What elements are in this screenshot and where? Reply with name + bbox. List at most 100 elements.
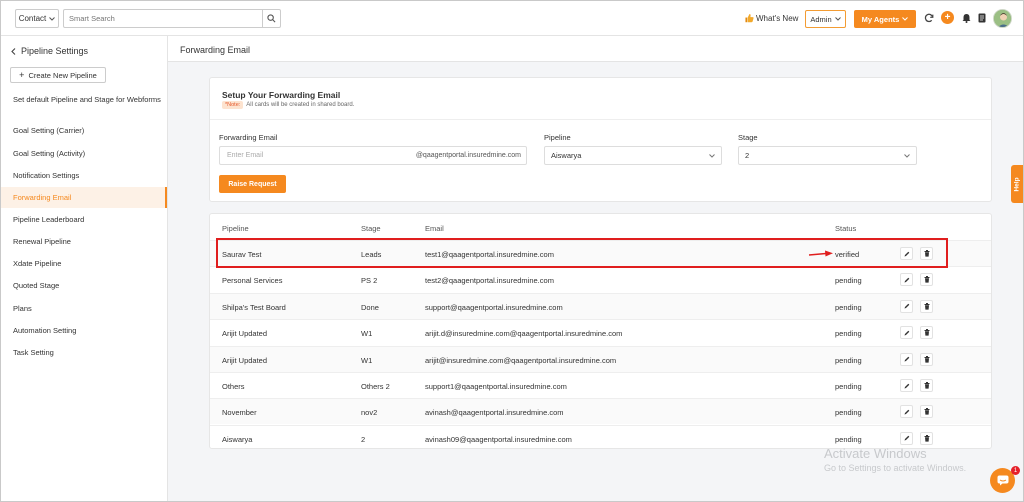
sidebar-item-label: Plans — [13, 304, 32, 313]
sidebar-item-goal-activity[interactable]: Goal Setting (Activity) — [1, 149, 167, 159]
edit-button[interactable] — [900, 273, 913, 287]
stage-cell: nov2 — [361, 408, 378, 418]
sidebar-item-label: Xdate Pipeline — [13, 259, 62, 268]
delete-button[interactable] — [920, 326, 933, 340]
pencil-icon — [904, 409, 909, 415]
edit-button[interactable] — [900, 431, 913, 445]
sidebar: Pipeline Settings + Create New Pipeline … — [1, 36, 168, 501]
stage-select[interactable]: 2 — [738, 146, 917, 165]
raise-request-button[interactable]: Raise Request — [219, 175, 286, 193]
app-window: Contact What's New Admin My Agents + — [0, 0, 1024, 502]
sidebar-item-label: Notification Settings — [13, 171, 80, 180]
trash-icon — [924, 382, 929, 389]
delete-button[interactable] — [920, 431, 933, 445]
table-row: Arijit Updated W1 arijit.d@insuredmine.com… — [210, 319, 991, 345]
edit-button[interactable] — [900, 379, 913, 392]
my-agents-button[interactable]: My Agents — [854, 10, 916, 28]
status-cell: pending — [835, 329, 862, 339]
sidebar-item-label: Pipeline Leaderboard — [13, 215, 85, 224]
sidebar-item-notification[interactable]: Notification Settings — [1, 171, 167, 181]
table-row: Shilpa's Test Board Done support@qaagentpo… — [210, 292, 991, 319]
document-icon[interactable] — [976, 12, 988, 24]
contact-select[interactable]: Contact — [15, 9, 59, 28]
sidebar-item-renewal[interactable]: Renewal Pipeline — [1, 237, 167, 247]
main-header: Forwarding Email — [168, 36, 1023, 62]
sidebar-item-plans[interactable]: Plans — [1, 304, 167, 314]
sidebar-item-task-setting[interactable]: Task Setting — [1, 348, 167, 358]
edit-button[interactable] — [900, 352, 913, 366]
stage-cell: Others 2 — [361, 382, 390, 391]
delete-button[interactable] — [920, 299, 933, 313]
delete-button[interactable] — [920, 405, 933, 419]
pipeline-cell: Arijit Updated — [222, 355, 268, 365]
sidebar-item-leaderboard[interactable]: Pipeline Leaderboard — [1, 215, 167, 225]
role-select[interactable]: Admin — [805, 10, 846, 28]
stage-cell: 2 — [361, 434, 366, 444]
sidebar-item-quoted-stage[interactable]: Quoted Stage — [1, 281, 167, 291]
pipeline-select-value: Aiswarya — [551, 151, 582, 160]
whats-new-label: What's New — [756, 13, 799, 23]
sidebar-item-label: Renewal Pipeline — [13, 237, 71, 246]
delete-button[interactable] — [920, 273, 933, 287]
top-bar: Contact What's New Admin My Agents + — [1, 1, 1023, 36]
pipeline-select[interactable]: Aiswarya — [544, 146, 722, 165]
pipeline-cell: Aiswarya — [222, 434, 253, 444]
main-content: Forwarding Email Setup Your Forwarding E… — [168, 36, 1023, 501]
refresh-icon[interactable] — [923, 12, 935, 24]
email-cell: avinash09@qaagentportal.insuredmine.com — [425, 434, 572, 444]
pipeline-cell: November — [222, 408, 257, 418]
sidebar-item-label: Quoted Stage — [13, 281, 60, 290]
pipeline-cell: Personal Services — [222, 276, 283, 286]
sidebar-item-label: Automation Setting — [13, 326, 77, 335]
chevron-left-icon — [11, 47, 16, 55]
watermark-line2: Go to Settings to activate Windows. — [824, 463, 967, 473]
forwarding-email-field[interactable]: Enter Email @qaagentportal.insuredmine.c… — [219, 146, 527, 165]
sidebar-item-goal-carrier[interactable]: Goal Setting (Carrier) — [1, 126, 167, 136]
table-row: Arijit Updated W1 arijit@insuredmine.com@q… — [210, 345, 991, 372]
column-header-stage: Stage — [361, 224, 381, 233]
trash-icon — [924, 434, 929, 442]
whats-new-link[interactable]: What's New — [745, 13, 798, 23]
sidebar-item-automation[interactable]: Automation Setting — [1, 326, 167, 336]
email-cell: arijit.d@insuredmine.com@qaagentportal.i… — [425, 329, 623, 339]
email-cell: arijit@insuredmine.com@qaagentportal.ins… — [425, 355, 617, 365]
status-cell: pending — [835, 434, 862, 444]
add-icon[interactable]: + — [941, 11, 954, 24]
edit-button[interactable] — [900, 405, 913, 419]
sidebar-item-forwarding-email[interactable]: Forwarding Email — [1, 187, 167, 208]
edit-button[interactable] — [900, 326, 913, 340]
chevron-down-icon — [904, 153, 910, 158]
help-tab[interactable]: Help — [1011, 165, 1023, 203]
sidebar-item-label: Goal Setting (Carrier) — [13, 126, 85, 135]
pencil-icon — [904, 330, 909, 336]
forwarding-email-label: Forwarding Email — [219, 133, 278, 142]
search-button[interactable] — [262, 10, 280, 27]
pipeline-label: Pipeline — [544, 133, 571, 142]
trash-icon — [924, 408, 929, 415]
chat-badge: 1 — [1011, 466, 1020, 475]
thumbs-up-icon — [745, 13, 754, 23]
note: *Note: All cards will be created in shar… — [222, 101, 354, 109]
status-cell: pending — [835, 302, 862, 312]
sidebar-back-title[interactable]: Pipeline Settings — [11, 46, 88, 56]
create-pipeline-button[interactable]: + Create New Pipeline — [10, 67, 106, 83]
plus-icon: + — [19, 70, 25, 80]
role-select-label: Admin — [810, 14, 832, 24]
create-pipeline-label: Create New Pipeline — [28, 70, 97, 80]
delete-button[interactable] — [920, 379, 933, 392]
sidebar-item-xdate[interactable]: Xdate Pipeline — [1, 259, 167, 269]
avatar[interactable] — [993, 9, 1012, 28]
my-agents-label: My Agents — [861, 14, 900, 24]
sidebar-item-label: Goal Setting (Activity) — [13, 149, 86, 158]
status-cell: pending — [835, 276, 862, 286]
status-cell: pending — [835, 382, 862, 391]
trash-icon — [924, 355, 929, 363]
edit-button[interactable] — [900, 299, 913, 313]
contact-select-label: Contact — [18, 14, 47, 23]
search-input[interactable] — [64, 10, 262, 27]
delete-button[interactable] — [920, 352, 933, 366]
chevron-down-icon — [902, 17, 909, 21]
pipeline-cell: Arijit Updated — [222, 329, 268, 339]
bell-icon[interactable] — [960, 12, 972, 24]
sidebar-item-webforms[interactable]: Set default Pipeline and Stage for Webfo… — [1, 95, 167, 105]
